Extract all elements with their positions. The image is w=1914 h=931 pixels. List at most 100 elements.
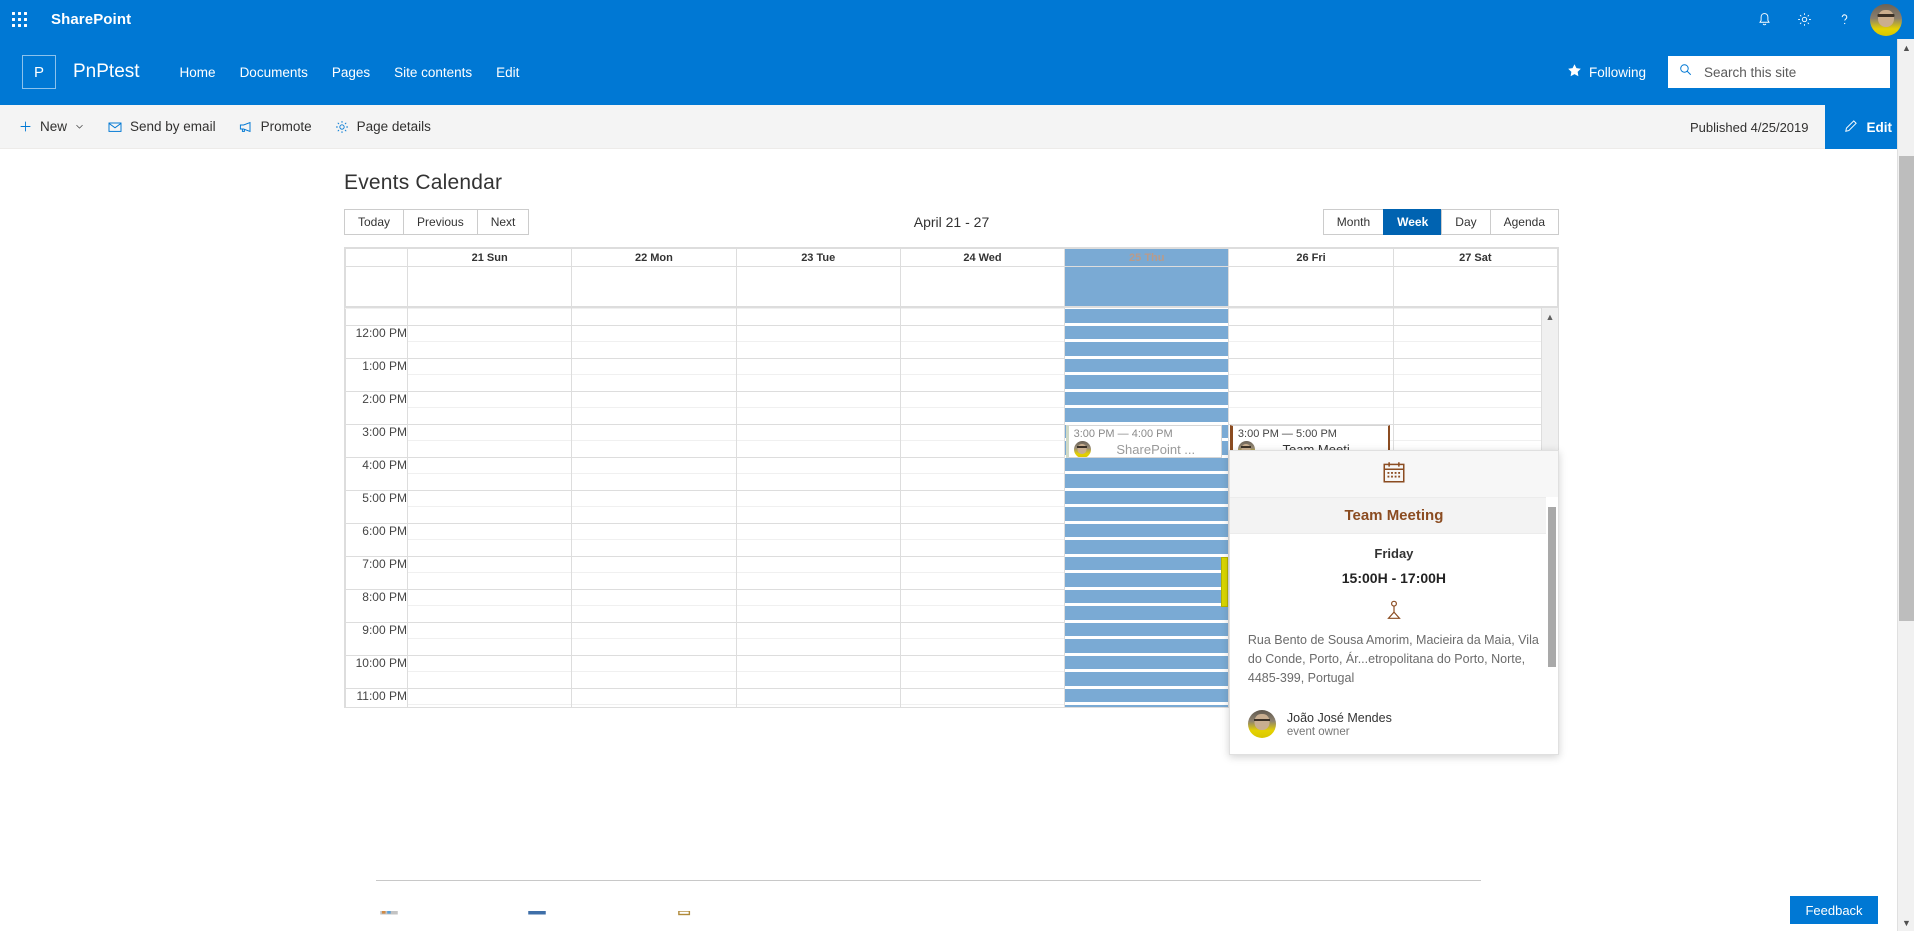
allday-cell-22-mon[interactable] bbox=[571, 266, 737, 307]
time-cell-22-mon[interactable] bbox=[571, 324, 737, 342]
day-header-22-mon[interactable]: 22 Mon bbox=[571, 248, 737, 267]
callout-scrollbar-thumb[interactable] bbox=[1547, 507, 1556, 667]
time-cell-27-sat[interactable] bbox=[1392, 341, 1558, 358]
time-cell-22-mon[interactable] bbox=[571, 341, 737, 358]
time-cell-25-thu[interactable] bbox=[1064, 572, 1230, 589]
time-cell-23-tue[interactable] bbox=[735, 588, 901, 606]
time-cell-25-thu[interactable] bbox=[1064, 522, 1230, 540]
browser-scrollbar[interactable]: ▲ ▼ bbox=[1897, 39, 1914, 931]
time-cell-23-tue[interactable] bbox=[735, 456, 901, 474]
time-cell-25-thu[interactable] bbox=[1064, 456, 1230, 474]
promote-button[interactable]: Promote bbox=[227, 105, 323, 149]
time-cell-24-wed[interactable] bbox=[899, 390, 1066, 408]
feedback-button[interactable]: Feedback bbox=[1790, 896, 1878, 924]
time-cell-21-sun[interactable] bbox=[406, 687, 573, 705]
time-cell-24-wed[interactable] bbox=[899, 671, 1066, 688]
browser-scrollbar-thumb[interactable] bbox=[1899, 156, 1914, 621]
time-cell-23-tue[interactable] bbox=[735, 687, 901, 705]
time-cell[interactable] bbox=[406, 308, 573, 325]
time-cell-27-sat[interactable] bbox=[1392, 324, 1558, 342]
time-cell-22-mon[interactable] bbox=[571, 588, 737, 606]
time-cell-25-thu[interactable] bbox=[1064, 473, 1230, 490]
today-button[interactable]: Today bbox=[344, 209, 405, 235]
view-month-button[interactable]: Month bbox=[1322, 209, 1385, 235]
time-cell-23-tue[interactable] bbox=[735, 605, 901, 622]
time-cell-23-tue[interactable] bbox=[735, 654, 901, 672]
time-cell-27-sat[interactable] bbox=[1392, 423, 1558, 441]
day-header-21-sun[interactable]: 21 Sun bbox=[406, 248, 573, 267]
time-cell-22-mon[interactable] bbox=[571, 473, 737, 490]
scroll-up-arrow-icon[interactable]: ▲ bbox=[1542, 308, 1558, 325]
time-cell[interactable] bbox=[571, 308, 737, 325]
time-cell-22-mon[interactable] bbox=[571, 407, 737, 424]
time-cell-23-tue[interactable] bbox=[735, 324, 901, 342]
time-cell-23-tue[interactable] bbox=[735, 522, 901, 540]
time-cell-23-tue[interactable] bbox=[735, 341, 901, 358]
time-cell-21-sun[interactable] bbox=[406, 621, 573, 639]
allday-cell-27-sat[interactable] bbox=[1392, 266, 1559, 307]
page-details-button[interactable]: Page details bbox=[323, 105, 442, 149]
time-cell-25-thu[interactable] bbox=[1064, 539, 1230, 556]
time-cell-22-mon[interactable] bbox=[571, 654, 737, 672]
time-cell-22-mon[interactable] bbox=[571, 572, 737, 589]
time-cell-24-wed[interactable] bbox=[899, 654, 1066, 672]
day-header-23-tue[interactable]: 23 Tue bbox=[735, 248, 901, 267]
time-cell-26-fri[interactable] bbox=[1228, 357, 1394, 375]
time-cell-22-mon[interactable] bbox=[571, 506, 737, 523]
time-cell-23-tue[interactable] bbox=[735, 473, 901, 490]
time-cell-21-sun[interactable] bbox=[406, 654, 573, 672]
time-cell-25-thu[interactable] bbox=[1064, 687, 1230, 705]
time-cell-24-wed[interactable] bbox=[899, 473, 1066, 490]
time-cell-21-sun[interactable] bbox=[406, 407, 573, 424]
event-marker-sliver[interactable] bbox=[1220, 557, 1228, 607]
next-button[interactable]: Next bbox=[476, 209, 530, 235]
time-cell-24-wed[interactable] bbox=[899, 407, 1066, 424]
time-cell-23-tue[interactable] bbox=[735, 390, 901, 408]
time-cell-27-sat[interactable] bbox=[1392, 374, 1558, 391]
time-cell-22-mon[interactable] bbox=[571, 489, 737, 507]
previous-button[interactable]: Previous bbox=[403, 209, 478, 235]
time-cell-21-sun[interactable] bbox=[406, 390, 573, 408]
callout-scrollbar[interactable] bbox=[1545, 497, 1558, 754]
time-cell[interactable] bbox=[1228, 308, 1394, 325]
time-cell-24-wed[interactable] bbox=[899, 588, 1066, 606]
time-cell-25-thu[interactable] bbox=[1064, 489, 1230, 507]
time-cell[interactable] bbox=[1064, 308, 1230, 325]
callout-owner[interactable]: João José Mendes event owner bbox=[1247, 710, 1540, 738]
time-cell-25-thu[interactable] bbox=[1064, 374, 1230, 391]
time-cell-21-sun[interactable] bbox=[406, 522, 573, 540]
view-day-button[interactable]: Day bbox=[1441, 209, 1491, 235]
day-header-24-wed[interactable]: 24 Wed bbox=[899, 248, 1066, 267]
settings-gear-icon[interactable] bbox=[1784, 0, 1824, 39]
event-sharepoint[interactable]: 3:00 PM — 4:00 PM SharePoint ... bbox=[1065, 425, 1222, 458]
time-cell-25-thu[interactable] bbox=[1064, 341, 1230, 358]
avatar[interactable] bbox=[1870, 3, 1902, 36]
time-cell-24-wed[interactable] bbox=[899, 605, 1066, 622]
time-cell-22-mon[interactable] bbox=[571, 539, 737, 556]
time-cell-26-fri[interactable] bbox=[1228, 374, 1394, 391]
time-cell-22-mon[interactable] bbox=[571, 522, 737, 540]
time-cell-22-mon[interactable] bbox=[571, 605, 737, 622]
time-cell[interactable] bbox=[735, 308, 901, 325]
time-cell-23-tue[interactable] bbox=[735, 704, 901, 707]
nav-item-documents[interactable]: Documents bbox=[228, 59, 320, 86]
time-cell-25-thu[interactable] bbox=[1064, 704, 1230, 707]
time-cell-24-wed[interactable] bbox=[899, 423, 1066, 441]
time-cell-23-tue[interactable] bbox=[735, 555, 901, 573]
time-cell-21-sun[interactable] bbox=[406, 539, 573, 556]
notifications-icon[interactable] bbox=[1744, 0, 1784, 39]
time-cell-24-wed[interactable] bbox=[899, 456, 1066, 474]
time-cell-21-sun[interactable] bbox=[406, 374, 573, 391]
time-cell-21-sun[interactable] bbox=[406, 357, 573, 375]
time-cell-22-mon[interactable] bbox=[571, 621, 737, 639]
time-cell-22-mon[interactable] bbox=[571, 555, 737, 573]
time-cell-24-wed[interactable] bbox=[899, 555, 1066, 573]
time-cell-23-tue[interactable] bbox=[735, 423, 901, 441]
time-cell-21-sun[interactable] bbox=[406, 588, 573, 606]
time-cell-25-thu[interactable] bbox=[1064, 407, 1230, 424]
allday-cell-24-wed[interactable] bbox=[899, 266, 1066, 307]
time-cell-26-fri[interactable] bbox=[1228, 407, 1394, 424]
time-cell-22-mon[interactable] bbox=[571, 423, 737, 441]
send-by-email-button[interactable]: Send by email bbox=[96, 105, 227, 149]
nav-item-edit[interactable]: Edit bbox=[484, 59, 531, 86]
